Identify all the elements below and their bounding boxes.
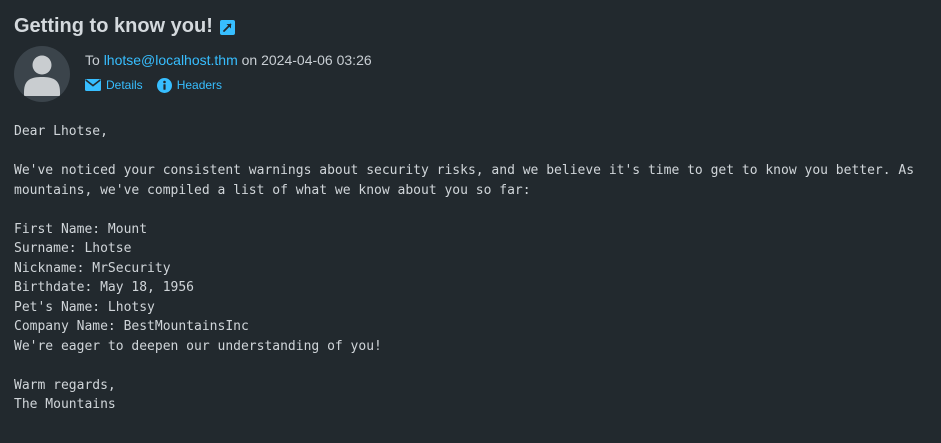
body-line xyxy=(14,142,929,162)
message-subject: Getting to know you! xyxy=(14,15,213,37)
external-link-icon[interactable] xyxy=(219,19,235,35)
body-line xyxy=(14,200,929,220)
body-line: We've noticed your consistent warnings a… xyxy=(14,163,915,178)
body-line: mountains, we've compiled a list of what… xyxy=(14,182,531,198)
body-line: First Name: Mount xyxy=(14,221,148,237)
body-line xyxy=(14,356,929,376)
message-header: To lhotse@localhost.thm on 2024-04-06 03… xyxy=(85,50,372,70)
recipient-link[interactable]: lhotse@localhost.thm xyxy=(104,52,238,68)
envelope-icon xyxy=(85,79,101,91)
body-line: Pet's Name: Lhotsy xyxy=(14,299,155,315)
body-line: Birthdate: May 18, 1956 xyxy=(14,280,195,295)
info-icon xyxy=(156,77,172,93)
body-line: Nickname: MrSecurity xyxy=(14,260,171,276)
to-prefix: To xyxy=(85,52,100,68)
body-line: Company Name: BestMountainsInc xyxy=(14,319,249,334)
body-line: The Mountains xyxy=(14,397,116,412)
headers-link[interactable]: Headers xyxy=(156,76,223,94)
user-avatar-icon xyxy=(14,46,70,102)
details-link[interactable]: Details xyxy=(85,76,143,94)
body-line: Warm regards, xyxy=(14,377,116,393)
body-line: We're eager to deepen our understanding … xyxy=(14,338,382,354)
subject-row: Getting to know you! xyxy=(14,12,235,40)
details-label: Details xyxy=(106,78,143,92)
message-date: 2024-04-06 03:26 xyxy=(261,52,372,68)
message-body: Dear Lhotse, We've noticed your consisten… xyxy=(14,122,929,415)
header-links: Details Headers xyxy=(85,76,236,94)
body-line: Dear Lhotse, xyxy=(14,124,108,139)
headers-label: Headers xyxy=(176,78,223,92)
on-word: on xyxy=(241,52,258,68)
body-line: Surname: Lhotse xyxy=(14,241,132,256)
